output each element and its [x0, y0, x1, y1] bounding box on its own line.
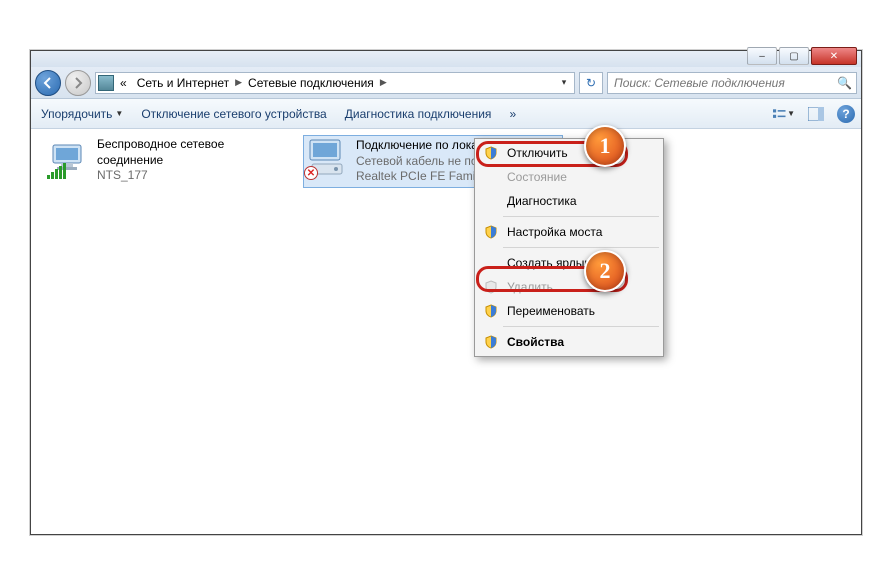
address-bar-row: « Сеть и Интернет ▶ Сетевые подключения … — [31, 67, 861, 99]
menu-item-delete: Удалить — [477, 275, 661, 299]
menu-item-disable-label: Отключить — [507, 146, 568, 160]
nav-forward-button[interactable] — [65, 70, 91, 96]
toolbar-more-label: » — [509, 107, 516, 121]
lan-adapter-icon: ✕ — [306, 138, 348, 178]
command-toolbar: Упорядочить ▼ Отключение сетевого устрой… — [31, 99, 861, 129]
refresh-icon: ↻ — [586, 76, 596, 90]
nav-back-button[interactable] — [35, 70, 61, 96]
refresh-button[interactable]: ↻ — [579, 72, 603, 94]
view-options-button[interactable]: ▼ — [773, 104, 795, 124]
menu-item-properties-label: Свойства — [507, 335, 564, 349]
window-minimize-button[interactable]: – — [747, 47, 777, 65]
menu-item-state-label: Состояние — [507, 170, 567, 184]
shield-icon — [483, 224, 499, 240]
disconnected-x-icon: ✕ — [304, 166, 318, 180]
window-maximize-button[interactable]: ▢ — [779, 47, 809, 65]
menu-separator — [503, 216, 659, 217]
wireless-title: Беспроводное сетевое соединение — [97, 137, 283, 168]
pane-icon — [808, 107, 824, 121]
chevron-right-icon: ▶ — [235, 77, 242, 88]
wireless-adapter-icon — [47, 137, 89, 177]
content-area: Беспроводное сетевое соединение NTS_177 … — [31, 129, 861, 534]
chevron-down-icon: ▼ — [787, 109, 795, 118]
menu-separator — [503, 326, 659, 327]
menu-separator — [503, 247, 659, 248]
diagnostics-button[interactable]: Диагностика подключения — [341, 105, 496, 123]
diagnostics-label: Диагностика подключения — [345, 107, 492, 121]
help-button[interactable]: ? — [837, 105, 855, 123]
menu-item-delete-label: Удалить — [507, 280, 553, 294]
control-panel-icon — [98, 75, 114, 91]
window-titlebar: – ▢ ✕ — [31, 51, 861, 67]
arrow-left-icon — [42, 77, 54, 89]
breadcrumb-dropdown[interactable]: ▾ — [556, 77, 572, 88]
shield-icon — [483, 303, 499, 319]
search-icon: 🔍 — [837, 76, 852, 90]
menu-item-shortcut-label: Создать ярлык — [507, 256, 590, 270]
breadcrumb-prefix: « — [116, 76, 131, 90]
menu-item-shortcut[interactable]: Создать ярлык — [477, 251, 661, 275]
signal-strength-icon — [47, 163, 66, 179]
arrow-right-icon — [72, 77, 84, 89]
toolbar-more-button[interactable]: » — [505, 105, 520, 123]
disable-device-label: Отключение сетевого устройства — [141, 107, 326, 121]
organize-label: Упорядочить — [41, 107, 112, 121]
menu-item-state: Состояние — [477, 165, 661, 189]
breadcrumb[interactable]: « Сеть и Интернет ▶ Сетевые подключения … — [95, 72, 575, 94]
menu-item-properties[interactable]: Свойства — [477, 330, 661, 354]
menu-item-rename[interactable]: Переименовать — [477, 299, 661, 323]
chevron-down-icon: ▼ — [115, 109, 123, 118]
breadcrumb-part-connections[interactable]: Сетевые подключения — [244, 76, 378, 90]
menu-item-disable[interactable]: Отключить — [477, 141, 661, 165]
chevron-right-icon: ▶ — [380, 77, 387, 88]
wireless-ssid: NTS_177 — [97, 168, 283, 184]
organize-button[interactable]: Упорядочить ▼ — [37, 105, 127, 123]
menu-item-rename-label: Переименовать — [507, 304, 595, 318]
connection-wireless[interactable]: Беспроводное сетевое соединение NTS_177 — [45, 135, 285, 186]
context-menu: Отключить Состояние Диагностика Настройк… — [474, 138, 664, 357]
disable-device-button[interactable]: Отключение сетевого устройства — [137, 105, 330, 123]
shield-icon — [483, 145, 499, 161]
search-box[interactable]: 🔍 — [607, 72, 857, 94]
help-icon: ? — [842, 107, 849, 121]
shield-icon — [483, 334, 499, 350]
view-icon — [773, 107, 787, 121]
window-close-button[interactable]: ✕ — [811, 47, 857, 65]
menu-item-bridge[interactable]: Настройка моста — [477, 220, 661, 244]
annotation-marker-2: 2 — [584, 250, 626, 292]
search-input[interactable] — [612, 75, 833, 91]
menu-item-bridge-label: Настройка моста — [507, 225, 602, 239]
shield-icon — [483, 279, 499, 295]
menu-item-diagnostics-label: Диагностика — [507, 194, 577, 208]
breadcrumb-part-network[interactable]: Сеть и Интернет — [133, 76, 233, 90]
annotation-marker-1: 1 — [584, 125, 626, 167]
menu-item-diagnostics[interactable]: Диагностика — [477, 189, 661, 213]
preview-pane-button[interactable] — [805, 104, 827, 124]
